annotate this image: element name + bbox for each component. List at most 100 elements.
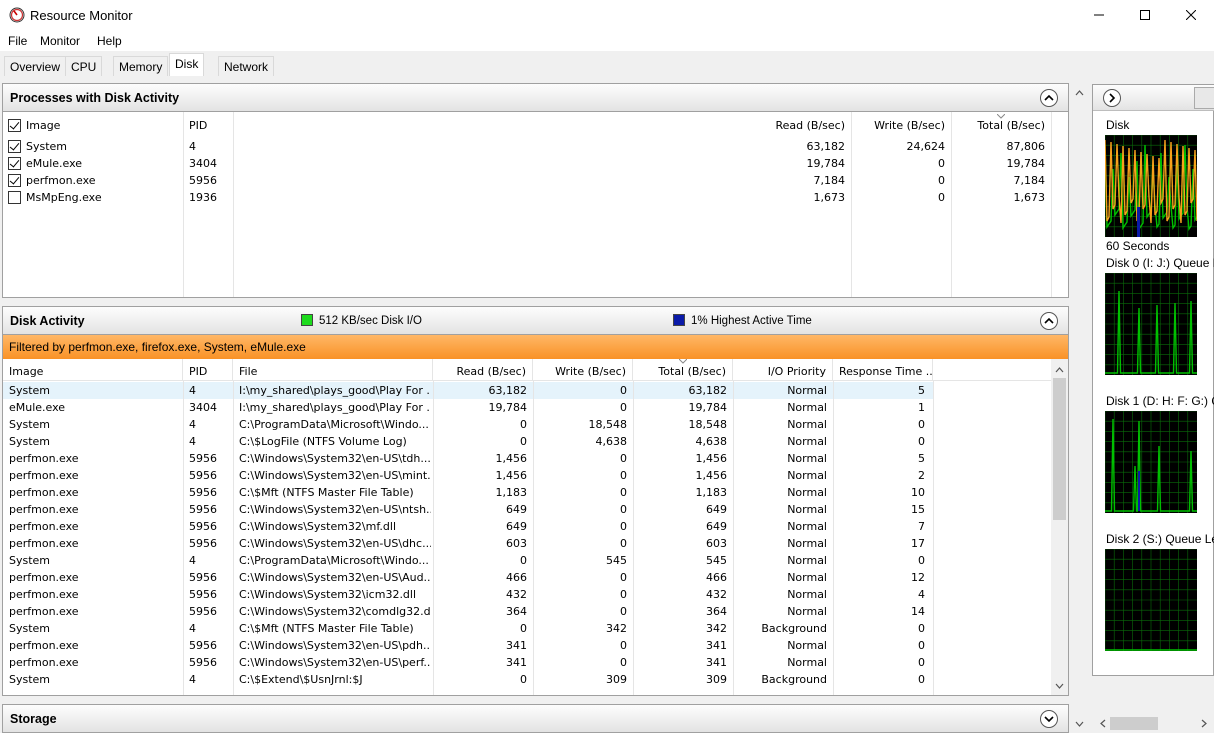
- table-row[interactable]: perfmon.exe 5956 C:\Windows\System32\en-US…: [3, 501, 933, 518]
- table-row[interactable]: perfmon.exe 5956 C:\Windows\System32\en-US…: [3, 535, 933, 552]
- table-row[interactable]: System 4 I:\my_shared\plays_good\Play For …: [3, 382, 933, 399]
- col-write-header[interactable]: Write (B/sec): [853, 119, 945, 132]
- close-button[interactable]: [1168, 0, 1214, 30]
- total-cell: 18,548: [688, 418, 728, 431]
- disk-activity-section-header[interactable]: Disk Activity 512 KB/sec Disk I/O 1% Hig…: [2, 306, 1069, 335]
- menu-file[interactable]: File: [8, 34, 27, 48]
- response-cell: 5: [918, 384, 925, 397]
- pid-cell: 5956: [189, 639, 217, 652]
- table-row[interactable]: perfmon.exe 5956 C:\Windows\System32\icm32…: [3, 586, 933, 603]
- select-all-checkbox[interactable]: [8, 119, 21, 132]
- col-pid-header[interactable]: PID: [189, 119, 207, 132]
- table-row[interactable]: System 4 63,182 24,624 87,806: [3, 138, 1068, 155]
- table-row[interactable]: perfmon.exe 5956 C:\Windows\System32\comdl…: [3, 603, 933, 620]
- menu-monitor[interactable]: Monitor: [40, 34, 80, 48]
- processes-section-header[interactable]: Processes with Disk Activity: [2, 83, 1069, 112]
- col-read-header[interactable]: Read (B/sec): [433, 359, 533, 381]
- tab-overview[interactable]: Overview: [4, 56, 67, 76]
- col-image-header[interactable]: Image: [3, 359, 183, 381]
- tab-cpu[interactable]: CPU: [65, 56, 103, 76]
- col-file-header[interactable]: File: [233, 359, 433, 381]
- tab-network[interactable]: Network: [218, 56, 275, 76]
- table-row[interactable]: perfmon.exe 5956 C:\Windows\System32\en-US…: [3, 450, 933, 467]
- disk2-graph-plot: [1105, 549, 1197, 651]
- processes-header-row: Image PID Read (B/sec) Write (B/sec) Tot…: [3, 114, 1068, 134]
- row-checkbox[interactable]: [8, 157, 21, 170]
- scroll-up-arrow[interactable]: [1071, 84, 1088, 101]
- write-cell: 4,638: [595, 435, 628, 448]
- total-cell: 19,784: [1006, 157, 1046, 170]
- col-priority-header[interactable]: I/O Priority: [733, 359, 833, 381]
- table-row[interactable]: perfmon.exe 5956 C:\Windows\System32\en-US…: [3, 569, 933, 586]
- col-pid-header[interactable]: PID: [183, 359, 233, 381]
- table-row[interactable]: perfmon.exe 5956 C:\Windows\System32\en-US…: [3, 467, 933, 484]
- table-row[interactable]: perfmon.exe 5956 C:\Windows\System32\en-US…: [3, 654, 933, 671]
- collapse-processes-button[interactable]: [1040, 89, 1058, 107]
- scroll-down-arrow[interactable]: [1071, 715, 1088, 732]
- response-cell: 15: [911, 503, 925, 516]
- read-cell: 1,183: [495, 486, 528, 499]
- scroll-left-arrow[interactable]: [1094, 715, 1111, 732]
- disk1-graph: [1105, 411, 1197, 513]
- menu-help[interactable]: Help: [97, 34, 122, 48]
- response-cell: 0: [918, 673, 925, 686]
- file-cell: C:\$Extend\$UsnJrnl:$J: [239, 673, 363, 686]
- row-checkbox[interactable]: [8, 140, 21, 153]
- table-row[interactable]: perfmon.exe 5956 7,184 0 7,184: [3, 172, 1068, 189]
- image-cell: perfmon.exe: [9, 520, 79, 533]
- tab-disk[interactable]: Disk: [169, 53, 205, 76]
- scroll-track[interactable]: [1073, 102, 1086, 714]
- priority-cell: Normal: [787, 401, 827, 414]
- table-row[interactable]: perfmon.exe 5956 C:\Windows\System32\en-US…: [3, 637, 933, 654]
- response-cell: 14: [911, 605, 925, 618]
- views-toggle-button[interactable]: [1103, 89, 1121, 107]
- minimize-button[interactable]: [1076, 0, 1122, 30]
- table-row[interactable]: perfmon.exe 5956 C:\Windows\System32\mf.dl…: [3, 518, 933, 535]
- scroll-up-arrow[interactable]: [1051, 361, 1068, 378]
- write-cell: 0: [620, 486, 627, 499]
- col-write-header[interactable]: Write (B/sec): [533, 359, 633, 381]
- disk-activity-scrollbar[interactable]: [1051, 359, 1068, 695]
- table-row[interactable]: MsMpEng.exe 1936 1,673 0 1,673: [3, 189, 1068, 206]
- tab-memory[interactable]: Memory: [113, 56, 169, 76]
- read-cell: 1,456: [495, 452, 528, 465]
- pid-cell: 3404: [189, 401, 217, 414]
- col-total-header[interactable]: Total (B/sec): [953, 119, 1045, 132]
- table-row[interactable]: eMule.exe 3404 19,784 0 19,784: [3, 155, 1068, 172]
- pid-cell: 4: [189, 673, 196, 686]
- storage-section-header[interactable]: Storage: [2, 704, 1069, 733]
- table-row[interactable]: System 4 C:\ProgramData\Microsoft\Windo...…: [3, 416, 933, 433]
- file-cell: C:\Windows\System32\en-US\Aud...: [239, 571, 431, 584]
- pid-cell: 5956: [189, 537, 217, 550]
- col-read-header[interactable]: Read (B/sec): [743, 119, 845, 132]
- read-cell: 63,182: [488, 384, 528, 397]
- row-checkbox[interactable]: [8, 191, 21, 204]
- graph-horizontal-scrollbar[interactable]: [1092, 715, 1214, 732]
- collapse-disk-activity-button[interactable]: [1040, 312, 1058, 330]
- table-row[interactable]: System 4 C:\ProgramData\Microsoft\Windo...…: [3, 552, 933, 569]
- priority-cell: Normal: [787, 503, 827, 516]
- response-cell: 1: [918, 401, 925, 414]
- main-vertical-scrollbar[interactable]: [1071, 84, 1088, 732]
- table-row[interactable]: System 4 C:\$Mft (NTFS Master File Table) 0…: [3, 620, 933, 637]
- scroll-right-arrow[interactable]: [1195, 715, 1212, 732]
- row-checkbox[interactable]: [8, 174, 21, 187]
- col-response-header[interactable]: Response Time ...: [833, 359, 933, 381]
- total-cell: 342: [706, 622, 727, 635]
- table-row[interactable]: System 4 C:\$Extend\$UsnJrnl:$J 0 309 309 Back…: [3, 671, 933, 688]
- pid-cell: 5956: [189, 605, 217, 618]
- chevron-right-icon: [1109, 93, 1116, 103]
- scroll-thumb[interactable]: [1053, 378, 1066, 520]
- chevron-down-icon: [1044, 716, 1054, 723]
- maximize-button[interactable]: [1122, 0, 1168, 30]
- views-dropdown-button[interactable]: [1194, 87, 1214, 109]
- table-row[interactable]: System 4 C:\$LogFile (NTFS Volume Log) 0 4,6…: [3, 433, 933, 450]
- table-row[interactable]: perfmon.exe 5956 C:\$Mft (NTFS Master File…: [3, 484, 933, 501]
- minimize-icon: [1094, 14, 1104, 16]
- table-row[interactable]: eMule.exe 3404 I:\my_shared\plays_good\Pla…: [3, 399, 933, 416]
- col-image-header[interactable]: Image: [26, 119, 60, 132]
- scroll-down-arrow[interactable]: [1051, 677, 1068, 694]
- scroll-thumb[interactable]: [1110, 717, 1158, 730]
- response-cell: 0: [918, 639, 925, 652]
- expand-storage-button[interactable]: [1040, 710, 1058, 728]
